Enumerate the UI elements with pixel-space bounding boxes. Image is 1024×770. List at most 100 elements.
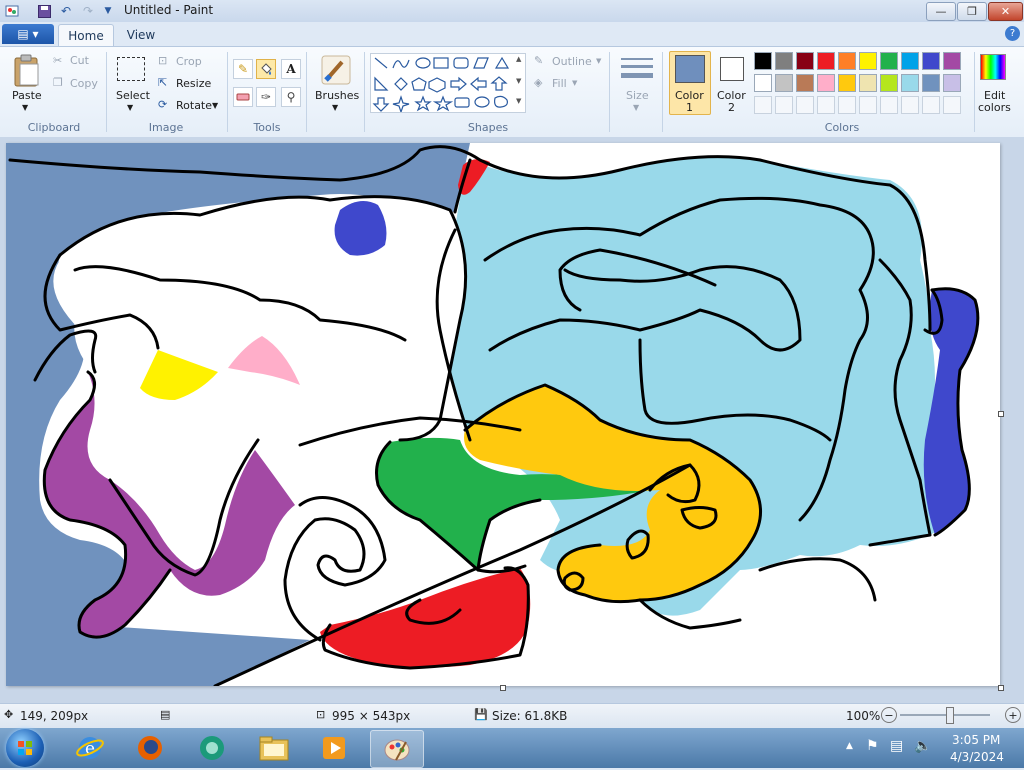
rotate-button[interactable]: Rotate bbox=[176, 99, 212, 112]
tab-home[interactable]: Home bbox=[58, 24, 114, 47]
zoom-out-icon[interactable]: − bbox=[881, 707, 897, 723]
rotate-icon[interactable]: ⟳ bbox=[158, 98, 167, 111]
paint-app-icon[interactable] bbox=[4, 3, 20, 19]
palette-swatch[interactable] bbox=[796, 52, 814, 70]
palette-swatch[interactable] bbox=[775, 52, 793, 70]
palette-custom-swatch[interactable] bbox=[922, 96, 940, 114]
fill-dropdown-icon[interactable]: ▼ bbox=[572, 79, 577, 87]
palette-swatch[interactable] bbox=[943, 74, 961, 92]
redo-icon[interactable]: ↷ bbox=[80, 3, 96, 19]
palette-swatch[interactable] bbox=[775, 74, 793, 92]
palette-swatch[interactable] bbox=[901, 74, 919, 92]
color-picker-icon[interactable]: ✑ bbox=[256, 87, 276, 107]
file-menu-button[interactable]: ▤ ▾ bbox=[2, 24, 54, 44]
palette-custom-swatch[interactable] bbox=[901, 96, 919, 114]
eraser-icon[interactable] bbox=[233, 87, 253, 107]
copy-icon[interactable]: ❐ bbox=[53, 76, 63, 89]
palette-swatch[interactable] bbox=[754, 74, 772, 92]
shapes-gallery[interactable] bbox=[370, 53, 526, 114]
size-button[interactable]: Size bbox=[626, 89, 649, 102]
palette-swatch[interactable] bbox=[901, 52, 919, 70]
outline-button[interactable]: Outline bbox=[552, 55, 592, 68]
paint-taskbar-icon[interactable] bbox=[370, 730, 424, 768]
palette-swatch[interactable] bbox=[880, 52, 898, 70]
fill-icon[interactable]: ◈ bbox=[534, 76, 542, 89]
pencil-icon[interactable]: ✎ bbox=[233, 59, 253, 79]
start-button[interactable] bbox=[6, 729, 44, 767]
zoom-slider-thumb[interactable] bbox=[946, 707, 954, 724]
fill-bucket-icon[interactable] bbox=[256, 59, 276, 79]
tab-view[interactable]: View bbox=[116, 24, 166, 46]
palette-custom-swatch[interactable] bbox=[943, 96, 961, 114]
outline-dropdown-icon[interactable]: ▼ bbox=[596, 57, 601, 65]
resize-icon[interactable]: ⇱ bbox=[158, 76, 167, 89]
palette-swatch[interactable] bbox=[859, 52, 877, 70]
palette-custom-swatch[interactable] bbox=[796, 96, 814, 114]
fill-button[interactable]: Fill bbox=[552, 77, 567, 90]
palette-custom-swatch[interactable] bbox=[817, 96, 835, 114]
minimize-button[interactable]: — bbox=[926, 2, 956, 21]
cut-button[interactable]: Cut bbox=[70, 54, 89, 67]
cut-icon[interactable]: ✂ bbox=[53, 54, 62, 67]
drawing[interactable] bbox=[6, 143, 1000, 688]
network-icon[interactable]: ▤ bbox=[890, 738, 903, 754]
color1-swatch[interactable] bbox=[675, 55, 705, 83]
palette-swatch[interactable] bbox=[838, 52, 856, 70]
save-icon[interactable] bbox=[36, 3, 52, 19]
undo-icon[interactable]: ↶ bbox=[58, 3, 74, 19]
canvas-resize-handle-bottom[interactable] bbox=[500, 685, 506, 691]
edit-colors-icon[interactable] bbox=[980, 54, 1006, 80]
crop-icon[interactable]: ⊡ bbox=[158, 54, 167, 67]
palette-swatch[interactable] bbox=[922, 52, 940, 70]
palette-swatch[interactable] bbox=[817, 52, 835, 70]
select-icon[interactable] bbox=[117, 57, 145, 81]
copy-button[interactable]: Copy bbox=[70, 77, 98, 90]
palette-custom-swatch[interactable] bbox=[880, 96, 898, 114]
palette-swatch[interactable] bbox=[859, 74, 877, 92]
paste-icon[interactable] bbox=[12, 54, 42, 88]
palette-swatch[interactable] bbox=[817, 74, 835, 92]
drawing-canvas[interactable] bbox=[6, 143, 1000, 688]
brushes-icon[interactable] bbox=[320, 54, 352, 86]
action-center-flag-icon[interactable]: ⚑ bbox=[866, 738, 879, 754]
zoom-in-icon[interactable]: + bbox=[1005, 707, 1021, 723]
palette-custom-swatch[interactable] bbox=[838, 96, 856, 114]
palette-swatch[interactable] bbox=[838, 74, 856, 92]
palette-swatch[interactable] bbox=[922, 74, 940, 92]
outline-icon[interactable]: ✎ bbox=[534, 54, 543, 67]
brushes-button[interactable]: Brushes bbox=[315, 89, 359, 102]
palette-custom-swatch[interactable] bbox=[859, 96, 877, 114]
palette-swatch[interactable] bbox=[796, 74, 814, 92]
canvas-resize-handle-right[interactable] bbox=[998, 411, 1004, 417]
canvas-resize-handle-corner[interactable] bbox=[998, 685, 1004, 691]
media-player-icon[interactable] bbox=[308, 730, 360, 766]
resize-button[interactable]: Resize bbox=[176, 77, 211, 90]
paste-button[interactable]: Paste bbox=[12, 89, 42, 102]
zoom-slider[interactable] bbox=[900, 714, 990, 716]
brushes-dropdown-icon[interactable]: ▼ bbox=[332, 103, 338, 112]
shapes-more-icon[interactable]: ▼ bbox=[516, 97, 521, 105]
help-icon[interactable]: ? bbox=[1005, 26, 1020, 41]
select-dropdown-icon[interactable]: ▼ bbox=[127, 103, 133, 112]
paste-dropdown-icon[interactable]: ▼ bbox=[22, 103, 28, 112]
palette-swatch[interactable] bbox=[880, 74, 898, 92]
palette-custom-swatch[interactable] bbox=[754, 96, 772, 114]
palette-swatch[interactable] bbox=[754, 52, 772, 70]
color2-swatch[interactable] bbox=[720, 57, 744, 81]
text-icon[interactable]: A bbox=[281, 59, 301, 79]
rotate-dropdown-icon[interactable]: ▼ bbox=[212, 101, 218, 110]
select-button[interactable]: Select bbox=[116, 89, 150, 102]
shapes-scroll-down-icon[interactable]: ▼ bbox=[516, 77, 521, 85]
volume-muted-icon[interactable]: 🔈 bbox=[914, 738, 931, 754]
clock-date[interactable]: 4/3/2024 bbox=[950, 750, 1004, 764]
firefox-icon[interactable] bbox=[124, 730, 176, 766]
media-app-icon[interactable] bbox=[186, 730, 238, 766]
size-dropdown-icon[interactable]: ▼ bbox=[633, 103, 639, 112]
size-icon[interactable] bbox=[620, 56, 654, 86]
customize-quick-access-icon[interactable]: ▼ bbox=[100, 3, 116, 19]
palette-custom-swatch[interactable] bbox=[775, 96, 793, 114]
magnifier-icon[interactable]: ⚲ bbox=[281, 87, 301, 107]
close-button[interactable]: ✕ bbox=[988, 2, 1023, 21]
internet-explorer-icon[interactable]: e bbox=[64, 730, 116, 766]
show-hidden-icons-icon[interactable]: ▲ bbox=[846, 741, 853, 751]
